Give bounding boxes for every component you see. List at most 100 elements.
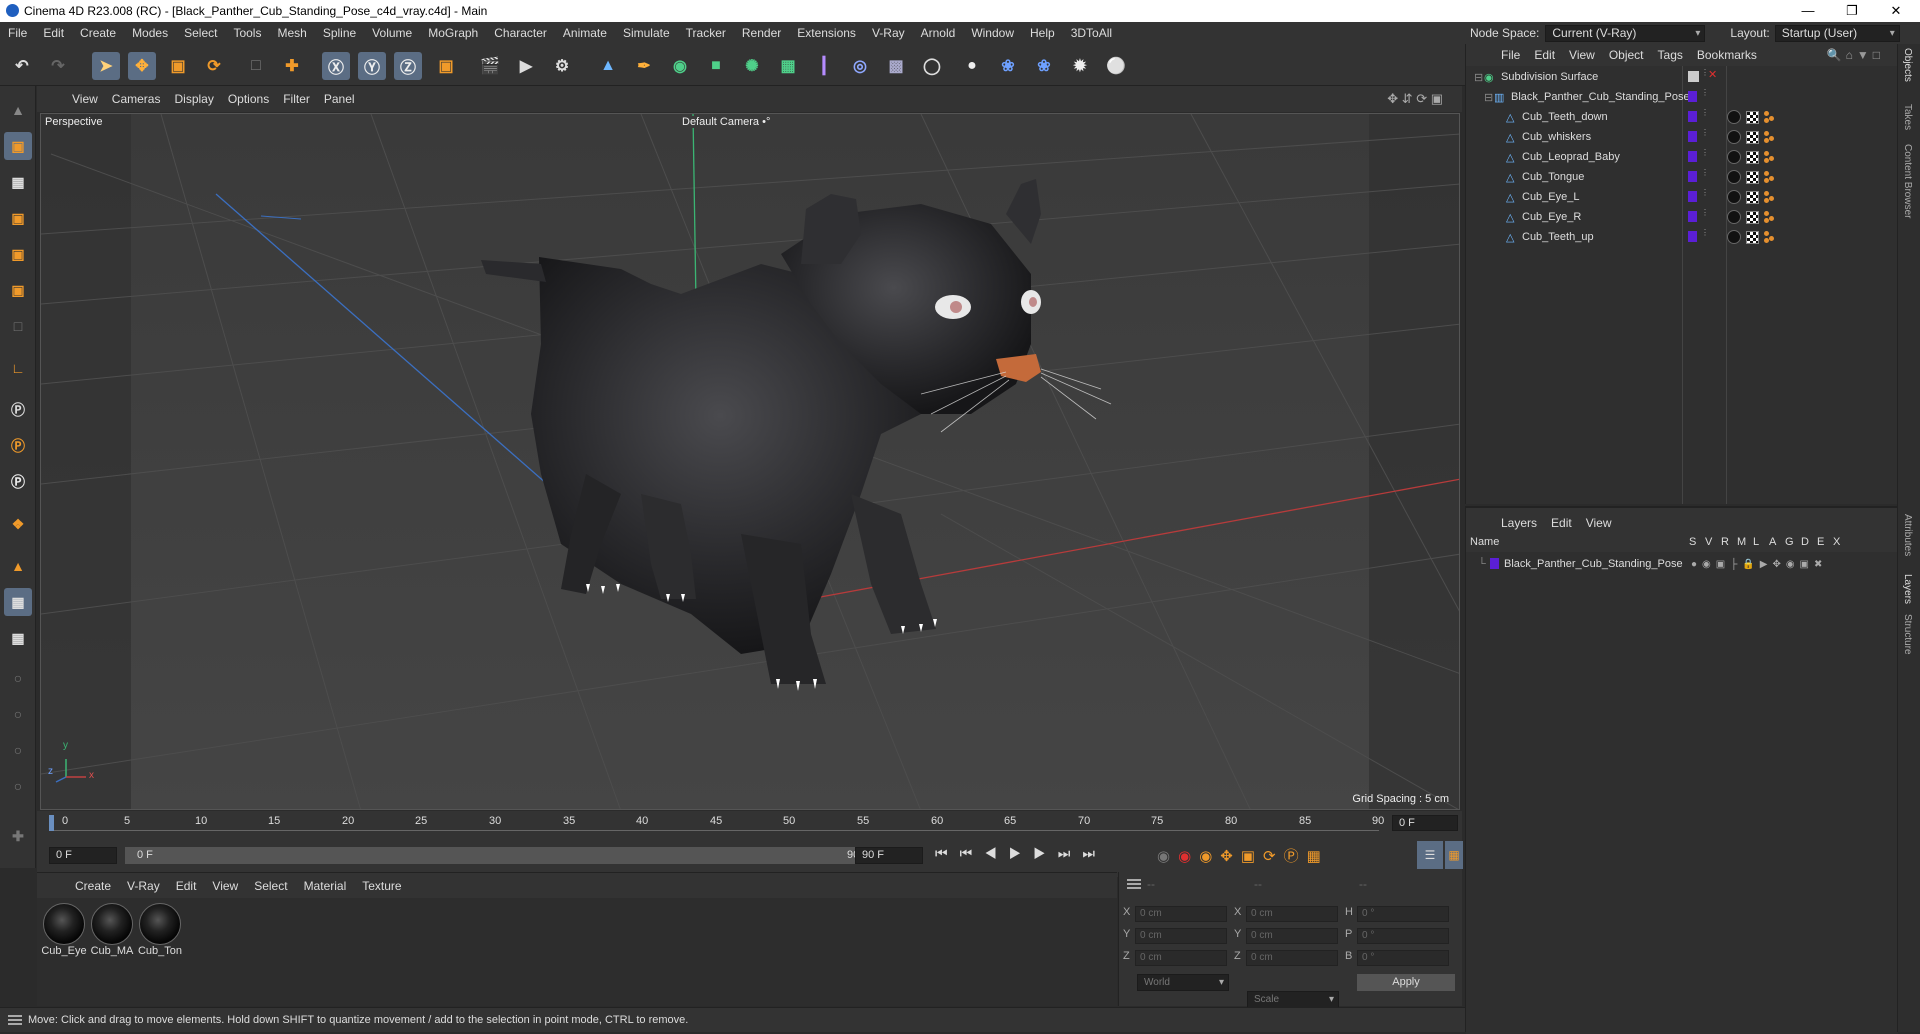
menu-create[interactable]: Create [72, 26, 124, 40]
tab-content-browser[interactable]: Content Browser [1902, 144, 1913, 218]
planar-workplane-icon[interactable]: ▦ [4, 624, 32, 652]
object-row[interactable]: △ Cub_Tongue ⋮ [1466, 167, 1898, 187]
phong-tag-icon[interactable] [1764, 211, 1776, 223]
menu-3dtoall[interactable]: 3DToAll [1063, 26, 1120, 40]
visibility-dots-icon[interactable]: ⋮ [1701, 228, 1709, 237]
vray-material-tag-icon[interactable] [1727, 190, 1741, 204]
sculpt-icon[interactable]: ○ [4, 664, 32, 692]
viewport-menu-display[interactable]: Display [167, 92, 220, 106]
layer-col-name[interactable]: Name [1470, 536, 1499, 548]
tag-close-icon[interactable]: ✕ [1708, 68, 1717, 81]
material-menu-edit[interactable]: Edit [168, 879, 205, 893]
menu-tracker[interactable]: Tracker [678, 26, 734, 40]
layer-menu-view[interactable]: View [1579, 516, 1619, 530]
coord-menu-icon[interactable] [1127, 877, 1141, 891]
menu-help[interactable]: Help [1022, 26, 1063, 40]
object-row[interactable]: △ Cub_Eye_L ⋮ [1466, 187, 1898, 207]
visibility-dots-icon[interactable]: ⋮ [1701, 128, 1709, 137]
render-settings-icon[interactable]: ⚙ [548, 52, 576, 80]
maximize-button[interactable]: ❐ [1830, 0, 1874, 22]
vray-material-tag-icon[interactable] [1727, 150, 1741, 164]
python-generator-icon[interactable]: ❀ [1030, 52, 1058, 80]
menu-extensions[interactable]: Extensions [789, 26, 864, 40]
tree-expander-icon[interactable]: ⊟ [1474, 71, 1483, 84]
material-menu-vray[interactable]: V-Ray [119, 879, 168, 893]
object-row[interactable]: △ Cub_Teeth_down ⋮ [1466, 107, 1898, 127]
uvw-tag-icon[interactable] [1746, 211, 1759, 224]
coordinate-system-icon[interactable]: ▣ [432, 52, 460, 80]
menu-vray[interactable]: V-Ray [864, 26, 913, 40]
python-script-icon[interactable]: ❀ [994, 52, 1022, 80]
floor-scene-icon[interactable]: ▩ [882, 52, 910, 80]
menu-render[interactable]: Render [734, 26, 789, 40]
phong-tag-icon[interactable] [1764, 171, 1776, 183]
uvw-tag-icon[interactable] [1746, 191, 1759, 204]
phong-tag-icon[interactable] [1764, 231, 1776, 243]
mograph-cloner-icon[interactable]: ✺ [738, 52, 766, 80]
go-to-start-icon[interactable]: ⏮ [935, 845, 960, 861]
layer-color-swatch[interactable] [1688, 231, 1697, 242]
menu-file[interactable]: File [0, 26, 35, 40]
tab-objects[interactable]: Objects [1902, 48, 1913, 82]
parameter-key-icon[interactable]: Ⓟ [1284, 848, 1307, 865]
z-axis-lock-icon[interactable]: Ⓩ [394, 52, 422, 80]
position-x-field[interactable]: 0 cm [1135, 906, 1227, 922]
light-icon[interactable]: ● [958, 52, 986, 80]
visibility-dots-icon[interactable]: ⋮ [1701, 188, 1709, 197]
playhead[interactable] [49, 815, 54, 831]
play-icon[interactable]: ▶ [1009, 845, 1034, 861]
render-view-icon[interactable]: 🎬 [476, 52, 504, 80]
material-swatch[interactable]: Cub_Eye [41, 903, 87, 957]
viewport-menu-icon[interactable] [45, 92, 59, 106]
transform-tool-icon[interactable]: ✚ [278, 52, 306, 80]
tab-attributes[interactable]: Attributes [1902, 514, 1913, 556]
model-mode-icon[interactable]: ▣ [4, 132, 32, 160]
size-y-field[interactable]: 0 cm [1246, 928, 1338, 944]
camera-icon[interactable]: ◯ [918, 52, 946, 80]
status-menu-icon[interactable] [8, 1013, 22, 1027]
material-menu-select[interactable]: Select [246, 879, 295, 893]
object-toolbar-icons[interactable]: 🔍⌂▼□ [1820, 48, 1891, 62]
pen-spline-icon[interactable]: ✒ [630, 52, 658, 80]
snap-settings-icon[interactable]: Ⓟ [4, 432, 32, 460]
object-row[interactable]: ⊟ ◉ Subdivision Surface ⋮ ✕ [1466, 67, 1898, 87]
make-editable-icon[interactable]: ▲ [4, 96, 32, 124]
texture-mode-icon[interactable]: ▦ [4, 168, 32, 196]
magnet-tool-icon[interactable]: ❖ [4, 510, 32, 538]
uvw-tag-icon[interactable] [1746, 151, 1759, 164]
layer-col-generators[interactable]: G [1785, 536, 1794, 548]
object-menu-icon[interactable] [1474, 48, 1488, 62]
size-z-field[interactable]: 0 cm [1246, 950, 1338, 966]
object-menu-file[interactable]: File [1494, 48, 1527, 62]
object-menu-view[interactable]: View [1562, 48, 1602, 62]
position-y-field[interactable]: 0 cm [1135, 928, 1227, 944]
y-axis-lock-icon[interactable]: Ⓨ [358, 52, 386, 80]
redo-icon[interactable]: ↷ [44, 52, 72, 80]
menu-mograph[interactable]: MoGraph [420, 26, 486, 40]
next-frame-icon[interactable]: ▶ [1033, 845, 1058, 861]
timeline-ruler[interactable]: 0 5 10 15 20 25 30 35 40 45 50 55 60 65 … [37, 811, 1462, 835]
layer-col-expressions[interactable]: E [1817, 536, 1824, 548]
material-menu-icon[interactable] [45, 879, 61, 893]
tab-layers[interactable]: Layers [1902, 574, 1913, 604]
viewport-menu-options[interactable]: Options [221, 92, 276, 106]
layer-row[interactable]: └ Black_Panther_Cub_Standing_Pose ●◉▣├🔒▶… [1466, 554, 1898, 574]
timeline-window-icon[interactable]: ☰ [1417, 841, 1443, 869]
layer-color-swatch[interactable] [1688, 91, 1697, 102]
layer-col-view[interactable]: V [1705, 536, 1712, 548]
layer-color-swatch[interactable] [1688, 211, 1697, 222]
visibility-dots-icon[interactable]: ⋮ [1701, 168, 1709, 177]
layer-menu-icon[interactable] [1474, 516, 1488, 530]
recent-tool-icon[interactable]: □ [242, 52, 270, 80]
material-swatch[interactable]: Cub_MA [89, 903, 135, 957]
coordinate-space-dropdown[interactable]: World [1137, 974, 1229, 991]
weight-icon[interactable]: ○ [4, 736, 32, 764]
cube-object-icon[interactable]: ▲ [594, 52, 622, 80]
node-space-dropdown[interactable]: Current (V-Ray) [1545, 24, 1706, 42]
undo-icon[interactable]: ↶ [8, 52, 36, 80]
menu-modes[interactable]: Modes [124, 26, 176, 40]
menu-window[interactable]: Window [963, 26, 1022, 40]
vray-render-globe-icon[interactable]: ⚪ [1102, 52, 1130, 80]
layer-color-swatch[interactable] [1688, 171, 1697, 182]
locked-workplane-icon[interactable]: ▦ [4, 588, 32, 616]
